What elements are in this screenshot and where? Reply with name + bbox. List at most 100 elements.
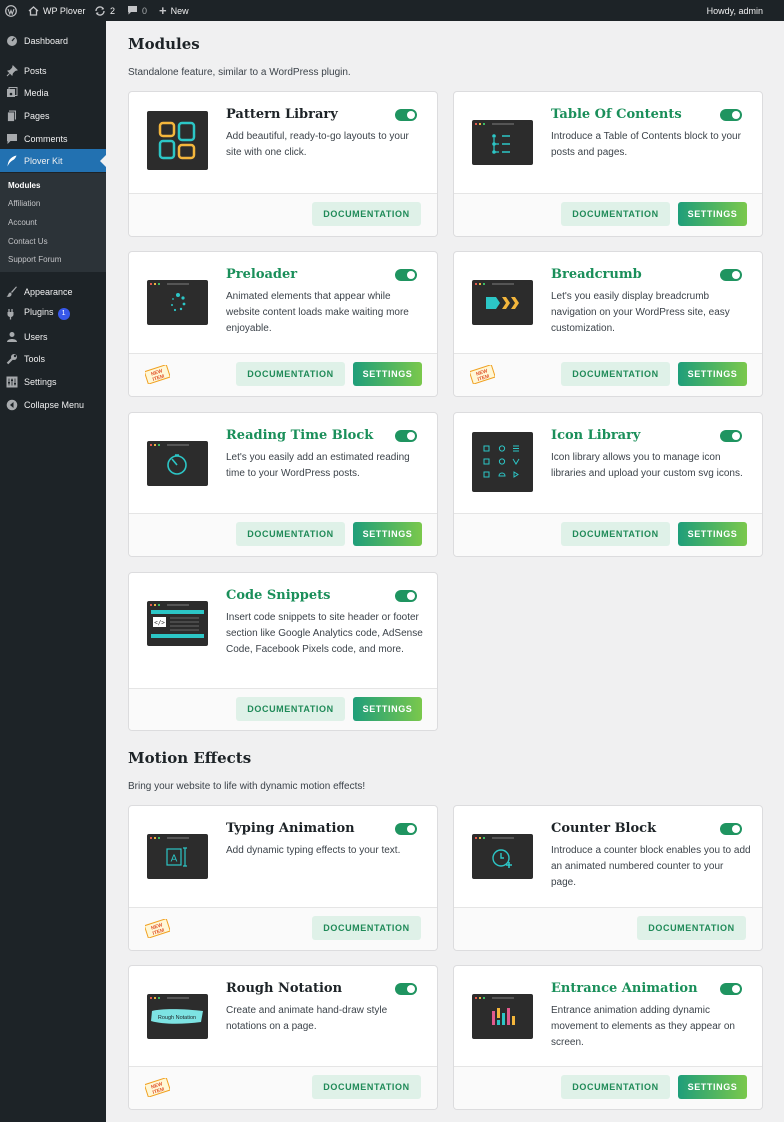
card-footer: NEW ITEM DOCUMENTATION SETTINGS [454, 353, 762, 396]
submenu-modules[interactable]: Modules [8, 181, 40, 190]
rough-notation-thumb-text: Rough Notation [158, 1015, 196, 1021]
documentation-button[interactable]: DOCUMENTATION [561, 202, 670, 226]
menu-posts[interactable]: Posts [0, 59, 106, 82]
my-account-link[interactable]: Howdy, admin [707, 0, 763, 21]
svg-text:A: A [171, 854, 178, 865]
card-footer: NEW ITEM DOCUMENTATION [129, 1066, 437, 1109]
module-enable-toggle[interactable] [395, 430, 417, 442]
documentation-button[interactable]: DOCUMENTATION [236, 522, 345, 546]
module-enable-toggle[interactable] [395, 109, 417, 121]
module-title: Table Of Contents [551, 107, 682, 122]
counter-clock-icon [472, 834, 533, 879]
rough-notation-icon: Rough Notation [147, 994, 208, 1039]
documentation-button[interactable]: DOCUMENTATION [637, 916, 746, 940]
menu-plover-kit[interactable]: Plover Kit [0, 149, 106, 172]
submenu-account[interactable]: Account [8, 218, 37, 227]
typing-cursor-icon: A [147, 834, 208, 879]
settings-button[interactable]: SETTINGS [353, 362, 422, 386]
settings-button[interactable]: SETTINGS [678, 362, 747, 386]
menu-comments[interactable]: Comments [0, 127, 106, 150]
new-item-badge-icon: NEWITEM [470, 365, 495, 384]
module-card-preloader: Preloader Animated elements that appear … [128, 251, 438, 397]
card-footer: NEW ITEM DOCUMENTATION SETTINGS [129, 353, 437, 396]
module-title: Reading Time Block [226, 428, 374, 443]
submenu-support-forum[interactable]: Support Forum [8, 255, 61, 264]
motion-effects-description: Bring your website to life with dynamic … [128, 781, 366, 792]
documentation-button[interactable]: DOCUMENTATION [236, 697, 345, 721]
documentation-button[interactable]: DOCUMENTATION [561, 362, 670, 386]
documentation-button[interactable]: DOCUMENTATION [561, 522, 670, 546]
menu-dashboard[interactable]: Dashboard [0, 29, 106, 52]
documentation-button[interactable]: DOCUMENTATION [312, 1075, 421, 1099]
module-description: Animated elements that appear while webs… [226, 291, 409, 334]
plugins-label: Plugins [24, 307, 54, 317]
menu-users[interactable]: Users [0, 325, 106, 348]
submenu-contact-us[interactable]: Contact Us [8, 237, 48, 246]
pushpin-icon [6, 65, 18, 77]
table-of-contents-icon [472, 120, 533, 165]
module-card-code-snippets: </> Code Snippets Insert code snippets t… [128, 572, 438, 731]
menu-pages[interactable]: Pages [0, 104, 106, 127]
settings-button[interactable]: SETTINGS [353, 697, 422, 721]
settings-button[interactable]: SETTINGS [353, 522, 422, 546]
module-enable-toggle[interactable] [720, 823, 742, 835]
menu-appearance[interactable]: Appearance [0, 280, 106, 303]
module-enable-toggle[interactable] [395, 269, 417, 281]
updates-link[interactable]: 2 [94, 0, 115, 21]
documentation-button[interactable]: DOCUMENTATION [561, 1075, 670, 1099]
icon-grid-icon [472, 432, 533, 492]
documentation-button[interactable]: DOCUMENTATION [312, 202, 421, 226]
module-card-pattern-library: Pattern Library Add beautiful, ready-to-… [128, 91, 438, 237]
module-description: Add beautiful, ready-to-go layouts to yo… [226, 131, 409, 158]
module-description: Entrance animation adding dynamic moveme… [551, 1005, 735, 1048]
pages-icon [6, 110, 18, 122]
module-enable-toggle[interactable] [720, 269, 742, 281]
module-title: Rough Notation [226, 981, 343, 996]
module-enable-toggle[interactable] [395, 983, 417, 995]
module-enable-toggle[interactable] [395, 590, 417, 602]
new-content-link[interactable]: + New [159, 0, 189, 21]
documentation-button[interactable]: DOCUMENTATION [312, 916, 421, 940]
site-name: WP Plover [43, 5, 86, 16]
menu-settings[interactable]: Settings [0, 370, 106, 393]
svg-text:</>: </> [154, 620, 165, 627]
module-description: Insert code snippets to site header or f… [226, 612, 423, 655]
wordpress-logo-icon[interactable] [5, 0, 17, 21]
menu-media[interactable]: Media [0, 81, 106, 104]
comments-icon [6, 133, 18, 145]
module-card-rough-notation: Rough Notation Rough Notation Create and… [128, 965, 438, 1110]
module-description: Let's you easily add an estimated readin… [226, 452, 410, 479]
settings-button[interactable]: SETTINGS [678, 202, 747, 226]
modules-description: Standalone feature, similar to a WordPre… [128, 67, 351, 78]
collapse-arrow-icon [6, 399, 18, 411]
documentation-button[interactable]: DOCUMENTATION [236, 362, 345, 386]
wrench-icon [6, 353, 18, 365]
menu-plugins[interactable]: Plugins 1 [0, 302, 106, 325]
settings-button[interactable]: SETTINGS [678, 522, 747, 546]
module-enable-toggle[interactable] [720, 430, 742, 442]
plugins-update-badge: 1 [57, 308, 70, 320]
module-title: Code Snippets [226, 588, 331, 603]
refresh-icon [95, 5, 105, 16]
card-footer: DOCUMENTATION SETTINGS [129, 513, 437, 556]
card-footer: DOCUMENTATION [454, 907, 762, 950]
settings-sliders-icon [6, 376, 18, 388]
module-description: Icon library allows you to manage icon l… [551, 452, 743, 479]
plus-icon: + [159, 3, 167, 18]
submenu-affiliation[interactable]: Affiliation [8, 199, 40, 208]
admin-sidebar: Dashboard Posts Media Pages Comments Plo… [0, 21, 106, 1122]
motion-effects-heading: Motion Effects [128, 749, 252, 767]
settings-button[interactable]: SETTINGS [678, 1075, 747, 1099]
home-icon [28, 5, 39, 16]
module-enable-toggle[interactable] [720, 983, 742, 995]
updates-count: 2 [110, 5, 116, 16]
collapse-menu-button[interactable]: Collapse Menu [0, 393, 106, 416]
menu-tools[interactable]: Tools [0, 347, 106, 370]
module-enable-toggle[interactable] [395, 823, 417, 835]
greeting: Howdy, admin [706, 5, 763, 16]
site-name-link[interactable]: WP Plover [28, 0, 85, 21]
admin-bar: WP Plover 2 0 + New Howdy, admin [0, 0, 784, 21]
plover-feather-icon [6, 155, 18, 167]
module-enable-toggle[interactable] [720, 109, 742, 121]
comments-link[interactable]: 0 [127, 0, 147, 21]
